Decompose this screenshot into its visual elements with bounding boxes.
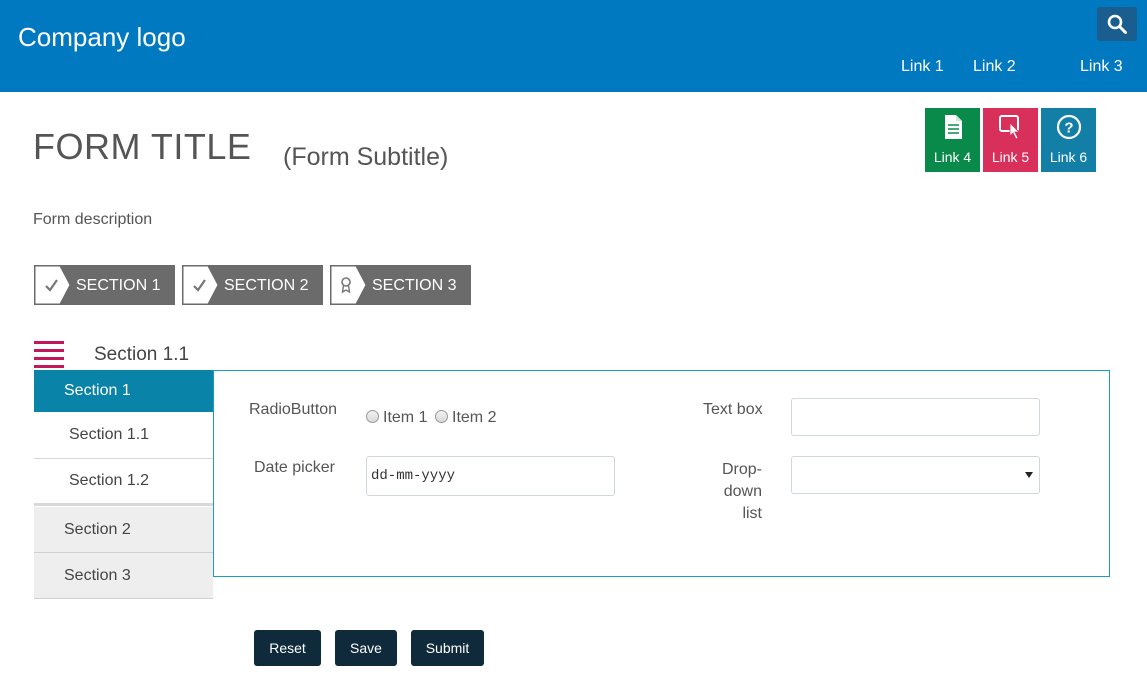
tile-label: Link 5	[991, 149, 1030, 165]
dropdown-label-line-2: list	[742, 505, 762, 522]
step-chevron	[34, 265, 71, 305]
submit-button[interactable]: Submit	[411, 630, 484, 666]
radio-item-2[interactable]	[435, 410, 448, 423]
dropdown-label: Drop-down list	[684, 459, 762, 525]
sidebar-item-section-1-1[interactable]: Section 1.1	[34, 412, 213, 459]
dropdown-list[interactable]	[791, 456, 1040, 494]
step-label: SECTION 1	[76, 277, 161, 294]
sidebar-item-section-2[interactable]: Section 2	[34, 507, 213, 553]
section-heading: Section 1.1	[94, 344, 190, 365]
step-section-2[interactable]: SECTION 2	[182, 265, 323, 305]
step-section-3[interactable]: SECTION 3	[330, 265, 471, 305]
top-header: Company logo Link 1 Link 2 Link 3	[0, 0, 1147, 92]
form-panel: RadioButton Item 1 Item 2 Text box Date …	[213, 370, 1110, 577]
sidebar-item-section-1[interactable]: Section 1	[34, 370, 213, 412]
search-button[interactable]	[1097, 7, 1137, 41]
form-description: Form description	[33, 211, 153, 228]
dropdown-label-line-1: Drop-down	[721, 461, 762, 500]
sidebar-item-label: Section 1.2	[69, 472, 150, 489]
hamburger-menu-icon[interactable]	[34, 341, 64, 369]
step-chevron	[182, 265, 219, 305]
radio-item-1[interactable]	[366, 410, 379, 423]
document-icon	[944, 115, 962, 139]
form-title: FORM TITLE	[33, 126, 252, 167]
radio-label: RadioButton	[249, 401, 338, 418]
nav-link-1[interactable]: Link 1	[901, 58, 944, 76]
company-logo[interactable]: Company logo	[18, 22, 186, 53]
svg-text:?: ?	[1064, 120, 1073, 137]
sidebar-item-section-3[interactable]: Section 3	[34, 553, 213, 599]
sidebar-item-label: Section 1	[64, 382, 131, 399]
step-label: SECTION 2	[224, 277, 309, 294]
pointer-click-icon	[998, 115, 1020, 140]
textbox-input[interactable]	[792, 399, 1039, 435]
reset-button[interactable]: Reset	[254, 630, 321, 666]
nav-link-3[interactable]: Link 3	[1080, 58, 1123, 76]
radio-item-1-label[interactable]: Item 1	[383, 409, 427, 427]
sidebar-item-label: Section 3	[64, 566, 131, 584]
help-circle-icon: ?	[1056, 114, 1081, 140]
search-icon	[1107, 14, 1127, 34]
datepicker-label: Date picker	[254, 459, 335, 476]
step-section-1[interactable]: SECTION 1	[34, 265, 175, 305]
chevron-down-icon	[1025, 472, 1033, 478]
nav-link-2[interactable]: Link 2	[973, 58, 1016, 76]
textbox-field[interactable]	[791, 398, 1040, 436]
tile-link-6[interactable]: ? Link 6	[1041, 108, 1096, 172]
step-label: SECTION 3	[372, 277, 457, 294]
form-subtitle: (Form Subtitle)	[283, 143, 449, 171]
datepicker-input[interactable]	[367, 457, 614, 495]
tile-label: Link 6	[1049, 149, 1088, 165]
radio-item-2-label[interactable]: Item 2	[452, 409, 496, 427]
step-chevron	[330, 265, 367, 305]
datepicker-field[interactable]	[366, 456, 615, 496]
tile-link-4[interactable]: Link 4	[925, 108, 980, 172]
textbox-label: Text box	[703, 401, 763, 418]
tile-label: Link 4	[933, 149, 972, 165]
sidebar-item-label: Section 1.1	[69, 426, 150, 443]
sidebar-item-section-1-2[interactable]: Section 1.2	[34, 459, 213, 506]
sidebar-item-label: Section 2	[64, 520, 131, 538]
save-button[interactable]: Save	[335, 630, 397, 666]
tile-link-5[interactable]: Link 5	[983, 108, 1038, 172]
